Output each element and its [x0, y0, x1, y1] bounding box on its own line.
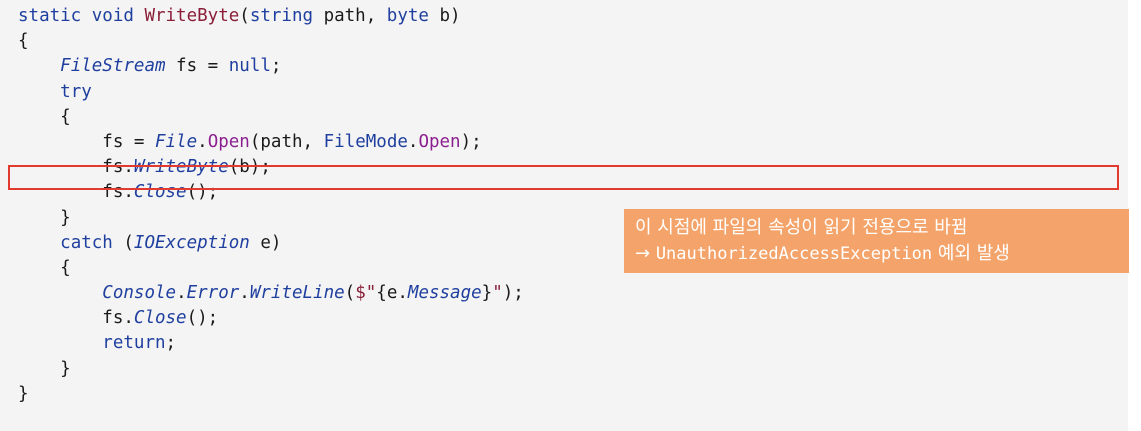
- code-text: .: [239, 283, 250, 304]
- code-line-5: {: [18, 106, 71, 127]
- code-text: ;: [165, 333, 177, 354]
- member-open: Open: [418, 131, 461, 152]
- paren: (: [239, 6, 250, 26]
- method-name: WriteByte: [144, 6, 240, 26]
- string-literal: ": [492, 283, 503, 304]
- callout-annotation: 이 시점에 파일의 속성이 읽기 전용으로 바뀜 → UnauthorizedA…: [624, 209, 1129, 273]
- string-literal: $": [355, 283, 377, 304]
- code-text: .: [176, 283, 187, 304]
- code-text: );: [460, 131, 482, 152]
- enum-filemode: FileMode: [323, 131, 408, 152]
- keyword-byte: byte: [386, 6, 429, 26]
- code-text: );: [502, 283, 524, 304]
- method-close: Close: [133, 308, 187, 329]
- type-file: File: [154, 131, 198, 152]
- code-line-15: }: [18, 358, 71, 379]
- code-text: ;: [270, 56, 282, 77]
- code-line-16: }: [18, 383, 29, 404]
- member-message: Message: [407, 283, 482, 304]
- member-open: Open: [207, 131, 250, 152]
- code-text: (: [112, 232, 134, 253]
- code-line-2: {: [18, 31, 29, 52]
- callout-line-2: → UnauthorizedAccessException 예외 발생: [635, 241, 1129, 267]
- code-line-11: {: [18, 257, 71, 278]
- code-text: }: [481, 283, 493, 304]
- code-line-6: fs = File.Open(path, FileMode.Open);: [18, 130, 524, 155]
- code-text: {e.: [376, 283, 408, 304]
- callout-line-1: 이 시점에 파일의 속성이 읽기 전용으로 바뀜: [635, 217, 968, 238]
- right-arrow-icon: →: [635, 243, 656, 264]
- type-console: Console: [102, 283, 177, 304]
- code-text: (: [344, 283, 356, 304]
- highlight-box: [8, 165, 1119, 190]
- code-text: .: [407, 131, 419, 152]
- code-block: static void WriteByte(string path, byte …: [18, 4, 524, 407]
- code-line-12: Console.Error.WriteLine($"{e.Message}");: [18, 281, 524, 306]
- param-path: path,: [313, 6, 387, 26]
- type-filestream: FileStream: [60, 56, 166, 77]
- keyword-return: return: [102, 333, 166, 354]
- keyword-string: string: [249, 6, 314, 26]
- code-text: (path,: [249, 131, 324, 152]
- code-panel: static void WriteByte(string path, byte …: [0, 0, 1129, 431]
- type-ioexception: IOException: [133, 232, 250, 253]
- code-text: e): [249, 232, 282, 253]
- code-text: .: [197, 131, 208, 152]
- code-line-1: static void WriteByte(string path, byte …: [18, 4, 524, 29]
- code-line-9: }: [18, 207, 71, 228]
- keyword-try: try: [60, 81, 92, 102]
- keyword-catch: catch: [60, 232, 113, 253]
- keyword-static-void: static void: [18, 6, 145, 26]
- code-text: fs =: [102, 131, 155, 152]
- code-line-10: catch (IOException e): [18, 231, 524, 256]
- code-line-3: FileStream fs = null;: [18, 54, 524, 79]
- member-error: Error: [186, 283, 240, 304]
- param-b: b): [428, 6, 461, 26]
- code-line-14: return;: [18, 331, 524, 356]
- code-line-4: try: [18, 80, 524, 105]
- callout-tail: 예외 발생: [932, 243, 1010, 264]
- code-line-13: fs.Close();: [18, 306, 524, 331]
- code-text: fs =: [165, 56, 229, 77]
- exception-name: UnauthorizedAccessException: [655, 244, 933, 264]
- method-writeline: WriteLine: [249, 283, 345, 304]
- code-text: fs.: [102, 308, 134, 329]
- keyword-null: null: [228, 56, 271, 77]
- code-text: ();: [186, 308, 219, 329]
